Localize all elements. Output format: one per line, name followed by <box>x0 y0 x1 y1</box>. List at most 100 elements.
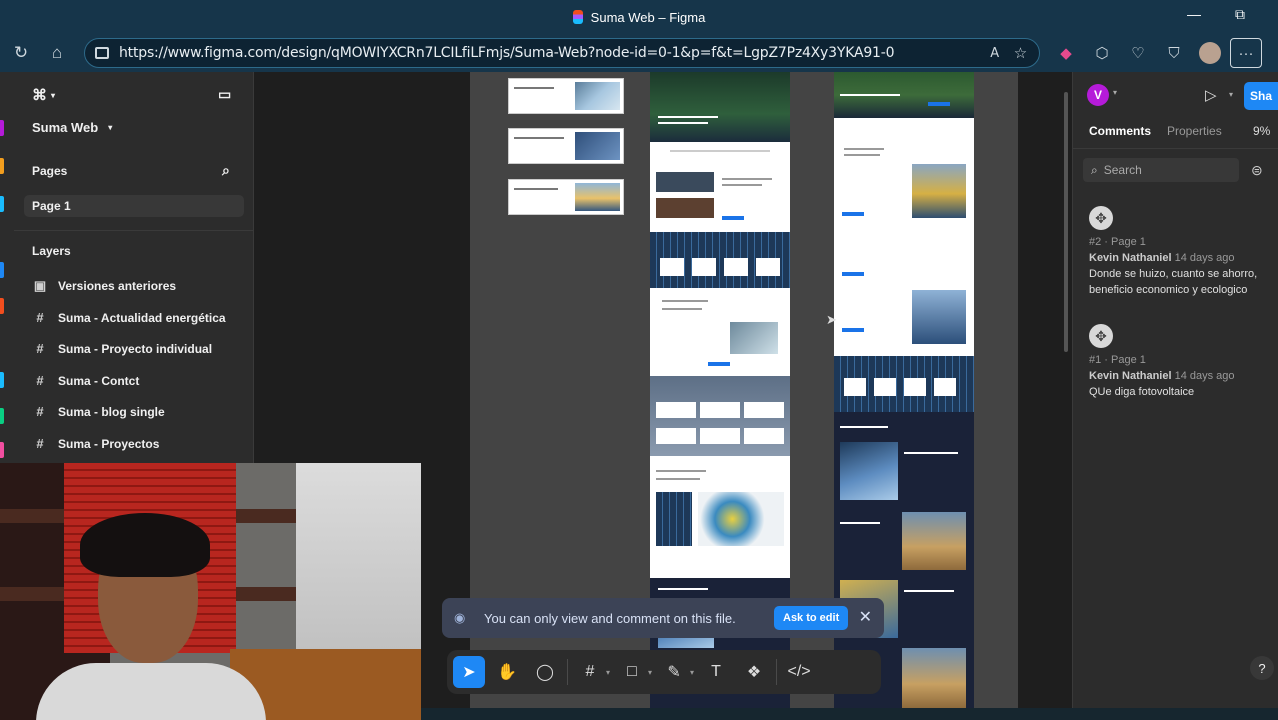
browser-extensions: ◆ ⬡ ♡ ⛉ ··· <box>1050 38 1262 68</box>
chevron-down-icon[interactable]: ▾ <box>606 668 610 677</box>
text-line <box>658 588 708 590</box>
hand-tool-icon[interactable]: ✋ <box>491 656 523 688</box>
chevron-down-icon[interactable]: ▾ <box>1113 88 1117 97</box>
minimize-button[interactable]: — <box>1182 6 1206 22</box>
view-only-notice: ◉ You can only view and comment on this … <box>442 598 884 638</box>
text-line <box>662 308 702 310</box>
text-tool-icon[interactable]: T <box>700 656 732 688</box>
tab-comments[interactable]: Comments <box>1089 124 1151 138</box>
left-accent-strip <box>0 72 14 472</box>
text-line <box>844 154 880 156</box>
figma-menu-icon[interactable]: ⌘ ▾ <box>32 86 72 104</box>
frame-thumbnail[interactable] <box>508 78 624 114</box>
read-aloud-icon[interactable]: A <box>990 46 999 61</box>
tab-properties[interactable]: Properties <box>1167 124 1222 138</box>
layer-item-contct[interactable]: # Suma - Contct <box>30 373 270 388</box>
strip-marker <box>0 408 4 424</box>
toggle-sidebar-icon[interactable]: ▭ <box>218 86 238 103</box>
layer-item-proyectos[interactable]: # Suma - Proyectos <box>30 436 270 451</box>
home-icon[interactable]: ⌂ <box>42 38 72 68</box>
service-card <box>844 378 866 396</box>
components-icon[interactable]: ❖ <box>738 656 770 688</box>
comment-thread[interactable]: ✥ #2 · Page 1 Kevin Nathaniel 14 days ag… <box>1089 206 1269 298</box>
layer-item-proyecto-individual[interactable]: # Suma - Proyecto individual <box>30 341 270 356</box>
strip-marker <box>0 262 4 278</box>
dev-mode-icon[interactable]: </> <box>783 656 815 688</box>
text-line <box>514 87 554 89</box>
security-icon[interactable]: ⛉ <box>1158 38 1190 68</box>
layer-item-blog-single[interactable]: # Suma - blog single <box>30 404 270 419</box>
pen-tool-icon[interactable]: ✎ <box>658 656 690 688</box>
reload-icon[interactable]: ↻ <box>6 38 36 68</box>
shelf <box>236 587 296 601</box>
webcam-overlay <box>0 463 421 720</box>
avatar[interactable]: V <box>1087 84 1109 106</box>
file-name-menu[interactable]: Suma Web ▾ <box>32 120 272 135</box>
favorite-star-icon[interactable]: ☆ <box>1014 44 1027 62</box>
search-icon[interactable]: ⌕ <box>222 162 242 179</box>
page-label: Page 1 <box>32 199 71 213</box>
thumbnail-image <box>575 183 620 211</box>
cta-button <box>928 102 950 106</box>
comment-search-input[interactable]: ⌕ Search <box>1083 158 1239 182</box>
rectangle-tool-icon[interactable]: □ <box>616 656 648 688</box>
wall <box>296 463 421 663</box>
section-icon: ▣ <box>33 278 47 293</box>
browser-toolbar: ↻ ⌂ https://www.figma.com/design/qMOWIYX… <box>0 34 1278 72</box>
profile-avatar[interactable] <box>1194 38 1226 68</box>
chevron-down-icon[interactable]: ▾ <box>690 668 694 677</box>
health-icon[interactable]: ♡ <box>1122 38 1154 68</box>
frame-thumbnail[interactable] <box>508 179 624 215</box>
image-placeholder <box>912 290 966 344</box>
address-bar[interactable]: https://www.figma.com/design/qMOWIYXCRn7… <box>84 38 1040 68</box>
url-text: https://www.figma.com/design/qMOWIYXCRn7… <box>119 45 895 61</box>
text-line <box>844 148 884 150</box>
help-button[interactable]: ? <box>1250 656 1274 680</box>
page-item-page-1[interactable]: Page 1 <box>24 195 244 217</box>
frame-icon: # <box>36 436 44 451</box>
service-card <box>756 258 780 276</box>
frame-icon: # <box>36 404 44 419</box>
move-tool-icon[interactable]: ➤ <box>453 656 485 688</box>
thumbnail-image <box>575 132 620 160</box>
text-line <box>722 178 772 180</box>
frame-thumbnail[interactable] <box>508 128 624 164</box>
image-placeholder <box>902 648 966 708</box>
share-button[interactable]: Sha <box>1244 82 1278 110</box>
search-placeholder: Search <box>1103 163 1142 177</box>
chevron-down-icon[interactable]: ▾ <box>648 668 652 677</box>
image-placeholder <box>656 492 692 546</box>
author-name: Kevin Nathaniel <box>1089 370 1172 382</box>
strip-marker <box>0 196 4 212</box>
close-icon[interactable]: ✕ <box>859 607 872 627</box>
strip-marker <box>0 372 4 388</box>
frame-icon: # <box>36 310 44 325</box>
comment-thread[interactable]: ✥ #1 · Page 1 Kevin Nathaniel 14 days ag… <box>1089 324 1269 400</box>
text-line <box>658 122 708 124</box>
lock-icon <box>95 47 109 59</box>
extension-icon[interactable]: ⬡ <box>1086 38 1118 68</box>
shield-extension-icon[interactable]: ◆ <box>1050 38 1082 68</box>
divider <box>14 230 254 231</box>
comment-time: 14 days ago <box>1174 252 1235 264</box>
zoom-level[interactable]: 9% <box>1253 124 1270 138</box>
card <box>744 428 784 444</box>
figma-logo-icon <box>572 10 583 24</box>
layer-item-actualidad[interactable]: # Suma - Actualidad energética <box>30 310 270 325</box>
frame-tool-icon[interactable]: # <box>574 656 606 688</box>
hero-section <box>650 72 790 142</box>
layer-label: Suma - Proyecto individual <box>58 341 213 356</box>
layer-item-versiones[interactable]: ▣ Versiones anteriores <box>30 278 270 294</box>
service-card <box>692 258 716 276</box>
filter-icon[interactable]: ⊜ <box>1251 162 1263 179</box>
ask-to-edit-button[interactable]: Ask to edit <box>774 606 849 630</box>
comment-tool-icon[interactable]: ◯ <box>529 656 561 688</box>
vertical-scrollbar[interactable] <box>1064 92 1068 352</box>
card <box>744 402 784 418</box>
play-icon[interactable]: ▷ <box>1205 86 1217 104</box>
more-menu-icon[interactable]: ··· <box>1230 38 1262 68</box>
chevron-down-icon[interactable]: ▾ <box>1229 90 1233 99</box>
restore-button[interactable]: ⧉ <box>1228 6 1252 23</box>
layers-panel: ⌘ ▾ ▭ Suma Web ▾ Pages ⌕ Page 1 Layers ▣… <box>14 72 254 472</box>
person-hair <box>80 513 210 577</box>
